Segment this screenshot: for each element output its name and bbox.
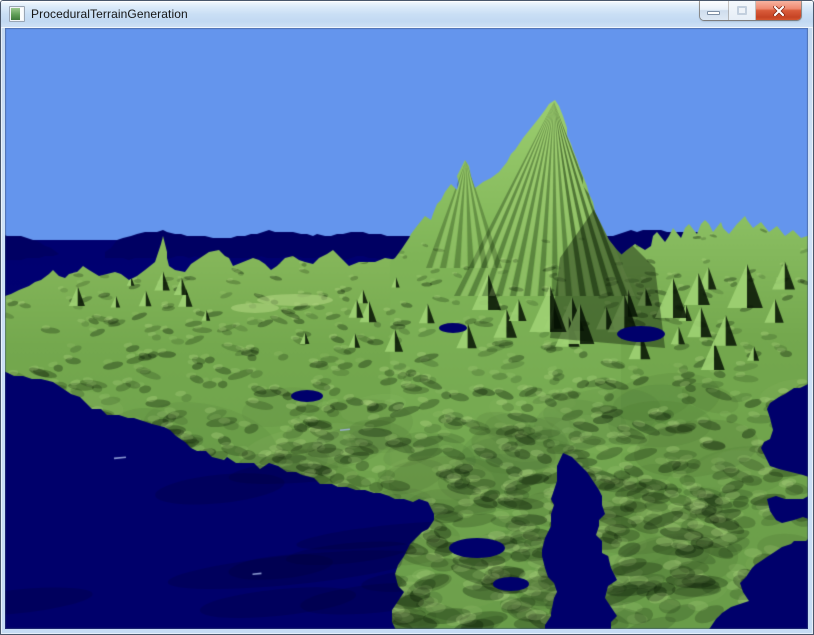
terrain-viewport[interactable] bbox=[5, 28, 808, 629]
maximize-icon bbox=[737, 6, 747, 15]
app-window: ProceduralTerrainGeneration bbox=[0, 0, 814, 635]
minimize-button[interactable] bbox=[700, 1, 729, 20]
screenshot-root: ProceduralTerrainGeneration bbox=[0, 0, 814, 635]
caption-buttons bbox=[700, 1, 801, 20]
render-area bbox=[5, 28, 808, 629]
app-icon-page bbox=[20, 8, 23, 20]
minimize-icon bbox=[707, 11, 720, 15]
close-icon bbox=[773, 6, 785, 16]
close-button[interactable] bbox=[756, 1, 801, 20]
title-bar[interactable]: ProceduralTerrainGeneration bbox=[1, 1, 813, 28]
app-icon-picture bbox=[11, 8, 20, 20]
maximize-button bbox=[729, 1, 756, 20]
app-icon[interactable] bbox=[9, 6, 25, 22]
window-title: ProceduralTerrainGeneration bbox=[31, 7, 188, 21]
